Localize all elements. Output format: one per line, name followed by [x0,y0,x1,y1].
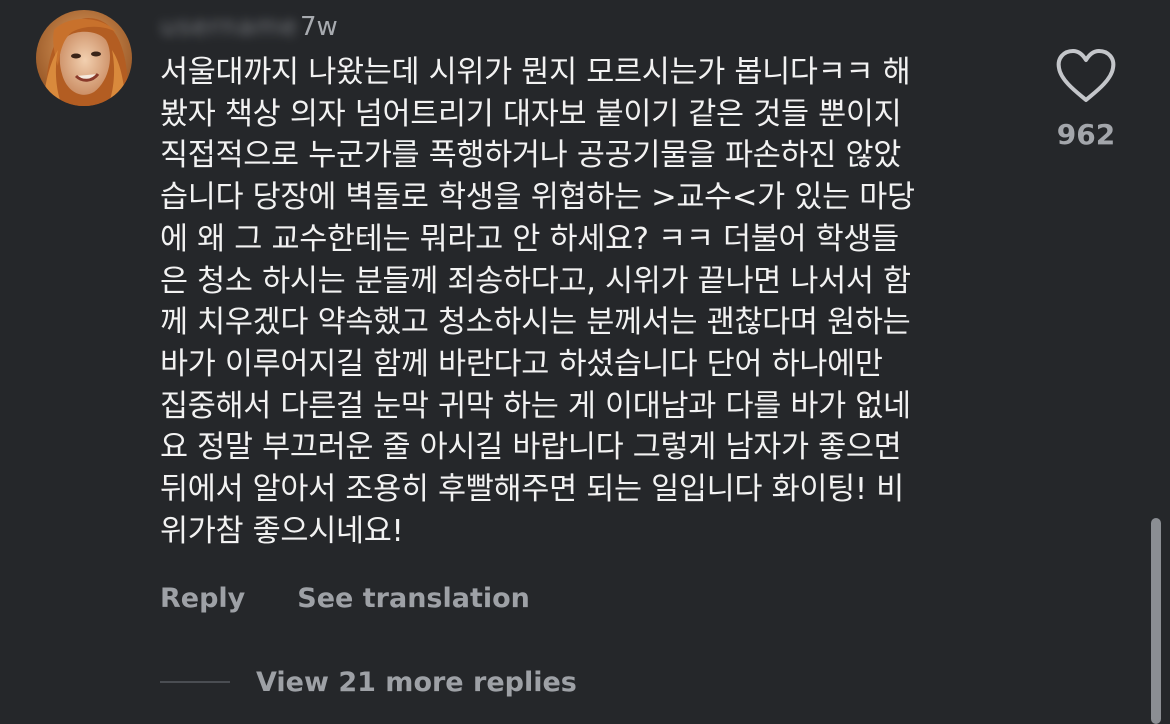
timestamp: 7w [300,12,338,42]
see-translation-button[interactable]: See translation [297,583,530,614]
comment-text: 서울대까지 나왔는데 시위가 뭔지 모르시는가 봅니다ㅋㅋ 해 봤자 책상 의자… [160,55,915,549]
heart-outline-icon [1056,49,1116,102]
like-count: 962 [1056,118,1116,151]
replies-divider [160,681,230,683]
avatar-image [36,10,132,106]
reply-button[interactable]: Reply [160,583,245,614]
comment-screen: username 7w 서울대까지 나왔는데 시위가 뭔지 모르시는가 봅니다ㅋ… [0,0,1170,724]
view-replies-row[interactable]: View 21 more replies [160,660,577,704]
like-button[interactable] [1055,48,1117,104]
scrollbar[interactable] [1151,518,1161,724]
avatar[interactable] [36,10,132,106]
comment-header: username 7w [160,12,338,42]
comment-actions: Reply See translation [160,578,530,618]
username[interactable]: username [160,12,298,42]
view-more-replies-button[interactable]: View 21 more replies [256,667,577,698]
